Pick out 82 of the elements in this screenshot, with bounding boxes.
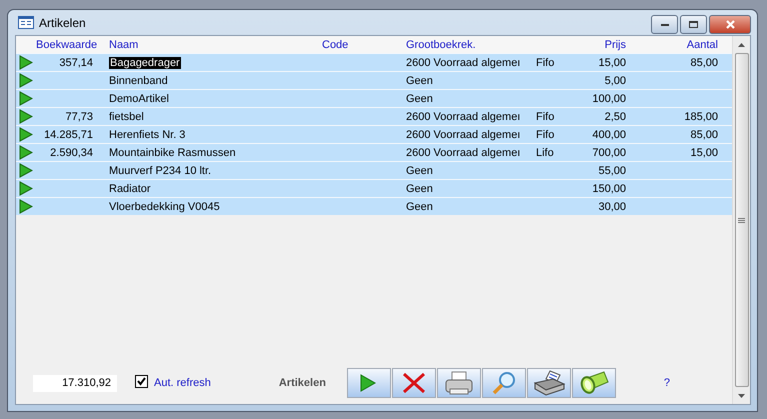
table-row[interactable]: Radiator Geen 150,00	[16, 179, 732, 197]
table-cell: 14.285,71	[44, 128, 93, 140]
table-cell: Bagagedrager	[109, 56, 181, 68]
table-cell: 85,00	[690, 56, 718, 68]
table-row[interactable]: 2.590,34 Mountainbike Rasmussen 2600 Voorraad algemeı Lifo 700,00 15,00	[16, 143, 732, 161]
column-header[interactable]: Prijs	[576, 38, 626, 50]
column-header[interactable]: Code	[322, 38, 406, 50]
table-cell: 5,00	[604, 74, 626, 86]
flashlight-button[interactable]	[572, 368, 616, 398]
play-arrow-icon[interactable]	[19, 181, 33, 196]
table-cell: Geen	[406, 92, 433, 104]
table-cell: 700,00	[592, 146, 626, 158]
table-cell: fietsbel	[109, 110, 144, 122]
table-row[interactable]: Binnenband Geen 5,00	[16, 71, 732, 89]
table-cell: 357,14	[59, 56, 93, 68]
table-cell: 55,00	[598, 164, 626, 176]
column-header[interactable]: Grootboekrek.	[406, 38, 536, 50]
close-button[interactable]	[709, 15, 751, 34]
table-row[interactable]: 14.285,71 Herenfiets Nr. 3 2600 Voorraad algemeı Fifo 400,00 85,00	[16, 125, 732, 143]
play-arrow-icon[interactable]	[19, 73, 33, 88]
minimize-button[interactable]	[651, 15, 678, 34]
table-cell: 2600 Voorraad algemeı	[406, 110, 520, 122]
table-cell: 30,00	[598, 200, 626, 212]
maximize-button[interactable]	[680, 15, 707, 34]
table-cell: 100,00	[592, 92, 626, 104]
table-cell: Radiator	[109, 182, 151, 194]
play-button[interactable]	[346, 368, 391, 398]
table-cell: Geen	[406, 200, 433, 212]
play-arrow-icon[interactable]	[19, 163, 33, 178]
play-arrow-icon[interactable]	[19, 127, 33, 142]
fax-button[interactable]	[526, 368, 571, 398]
total-field: 17.310,92	[33, 374, 117, 392]
table-cell: Binnenband	[109, 74, 168, 86]
play-arrow-icon[interactable]	[19, 91, 33, 106]
table-cell: 185,00	[684, 110, 718, 122]
table-cell: 2.590,34	[50, 146, 93, 158]
minimize-icon	[660, 24, 668, 26]
play-arrow-icon[interactable]	[19, 199, 33, 214]
table-cell: 2,50	[604, 110, 626, 122]
table-cell: Geen	[406, 164, 433, 176]
play-arrow-icon[interactable]	[19, 55, 33, 70]
table-row[interactable]: 77,73 fietsbel 2600 Voorraad algemeı Fifo 2,50 185,00	[16, 107, 732, 125]
table-cell: 15,00	[690, 146, 718, 158]
window-title: Artikelen	[39, 16, 86, 30]
table-cell: 2600 Voorraad algemeı	[406, 128, 520, 140]
table-row[interactable]: Vloerbedekking V0045 Geen 30,00	[16, 197, 732, 215]
table-cell: Geen	[406, 182, 433, 194]
play-arrow-icon[interactable]	[19, 145, 33, 160]
table-cell: Muurverf P234 10 ltr.	[109, 164, 212, 176]
checkbox[interactable]	[135, 374, 148, 388]
table-cell: 400,00	[592, 128, 626, 140]
table-row[interactable]: Muurverf P234 10 ltr. Geen 55,00	[16, 161, 732, 179]
table-cell: Lifo	[536, 146, 554, 158]
table-cell: DemoArtikel	[109, 92, 169, 104]
table-row[interactable]: 357,14 Bagagedrager 2600 Voorraad algemeı Fifo 15,00 85,00	[16, 53, 732, 71]
printer-button[interactable]	[436, 368, 481, 398]
help-link[interactable]: ?	[664, 377, 670, 389]
table-cell: 150,00	[592, 182, 626, 194]
scroll-thumb[interactable]	[734, 53, 748, 387]
window-icon	[18, 16, 34, 29]
scrollbar[interactable]	[732, 36, 750, 404]
checkbox-label[interactable]: Aut. refresh	[154, 377, 211, 389]
table-cell: Fifo	[536, 110, 554, 122]
table-cell: 2600 Voorraad algemeı	[406, 146, 520, 158]
table-cell: Mountainbike Rasmussen	[109, 146, 236, 158]
table-cell: 15,00	[598, 56, 626, 68]
play-arrow-icon[interactable]	[19, 109, 33, 124]
column-header[interactable]: Naam	[109, 38, 322, 50]
table-cell: Vloerbedekking V0045	[109, 200, 220, 212]
table-cell: Herenfiets Nr. 3	[109, 128, 186, 140]
table-cell: 85,00	[690, 128, 718, 140]
table-cell: 77,73	[65, 110, 93, 122]
table-cell: Fifo	[536, 56, 554, 68]
delete-button[interactable]	[392, 368, 436, 398]
maximize-icon	[689, 21, 698, 28]
table-row[interactable]: DemoArtikel Geen 100,00	[16, 89, 732, 107]
table-cell: Fifo	[536, 128, 554, 140]
table-cell: Geen	[406, 74, 433, 86]
form-label: Artikelen	[278, 377, 327, 389]
table-cell: 2600 Voorraad algemeı	[406, 56, 520, 68]
column-header[interactable]: Aantal	[626, 38, 718, 50]
close-icon	[726, 20, 734, 29]
